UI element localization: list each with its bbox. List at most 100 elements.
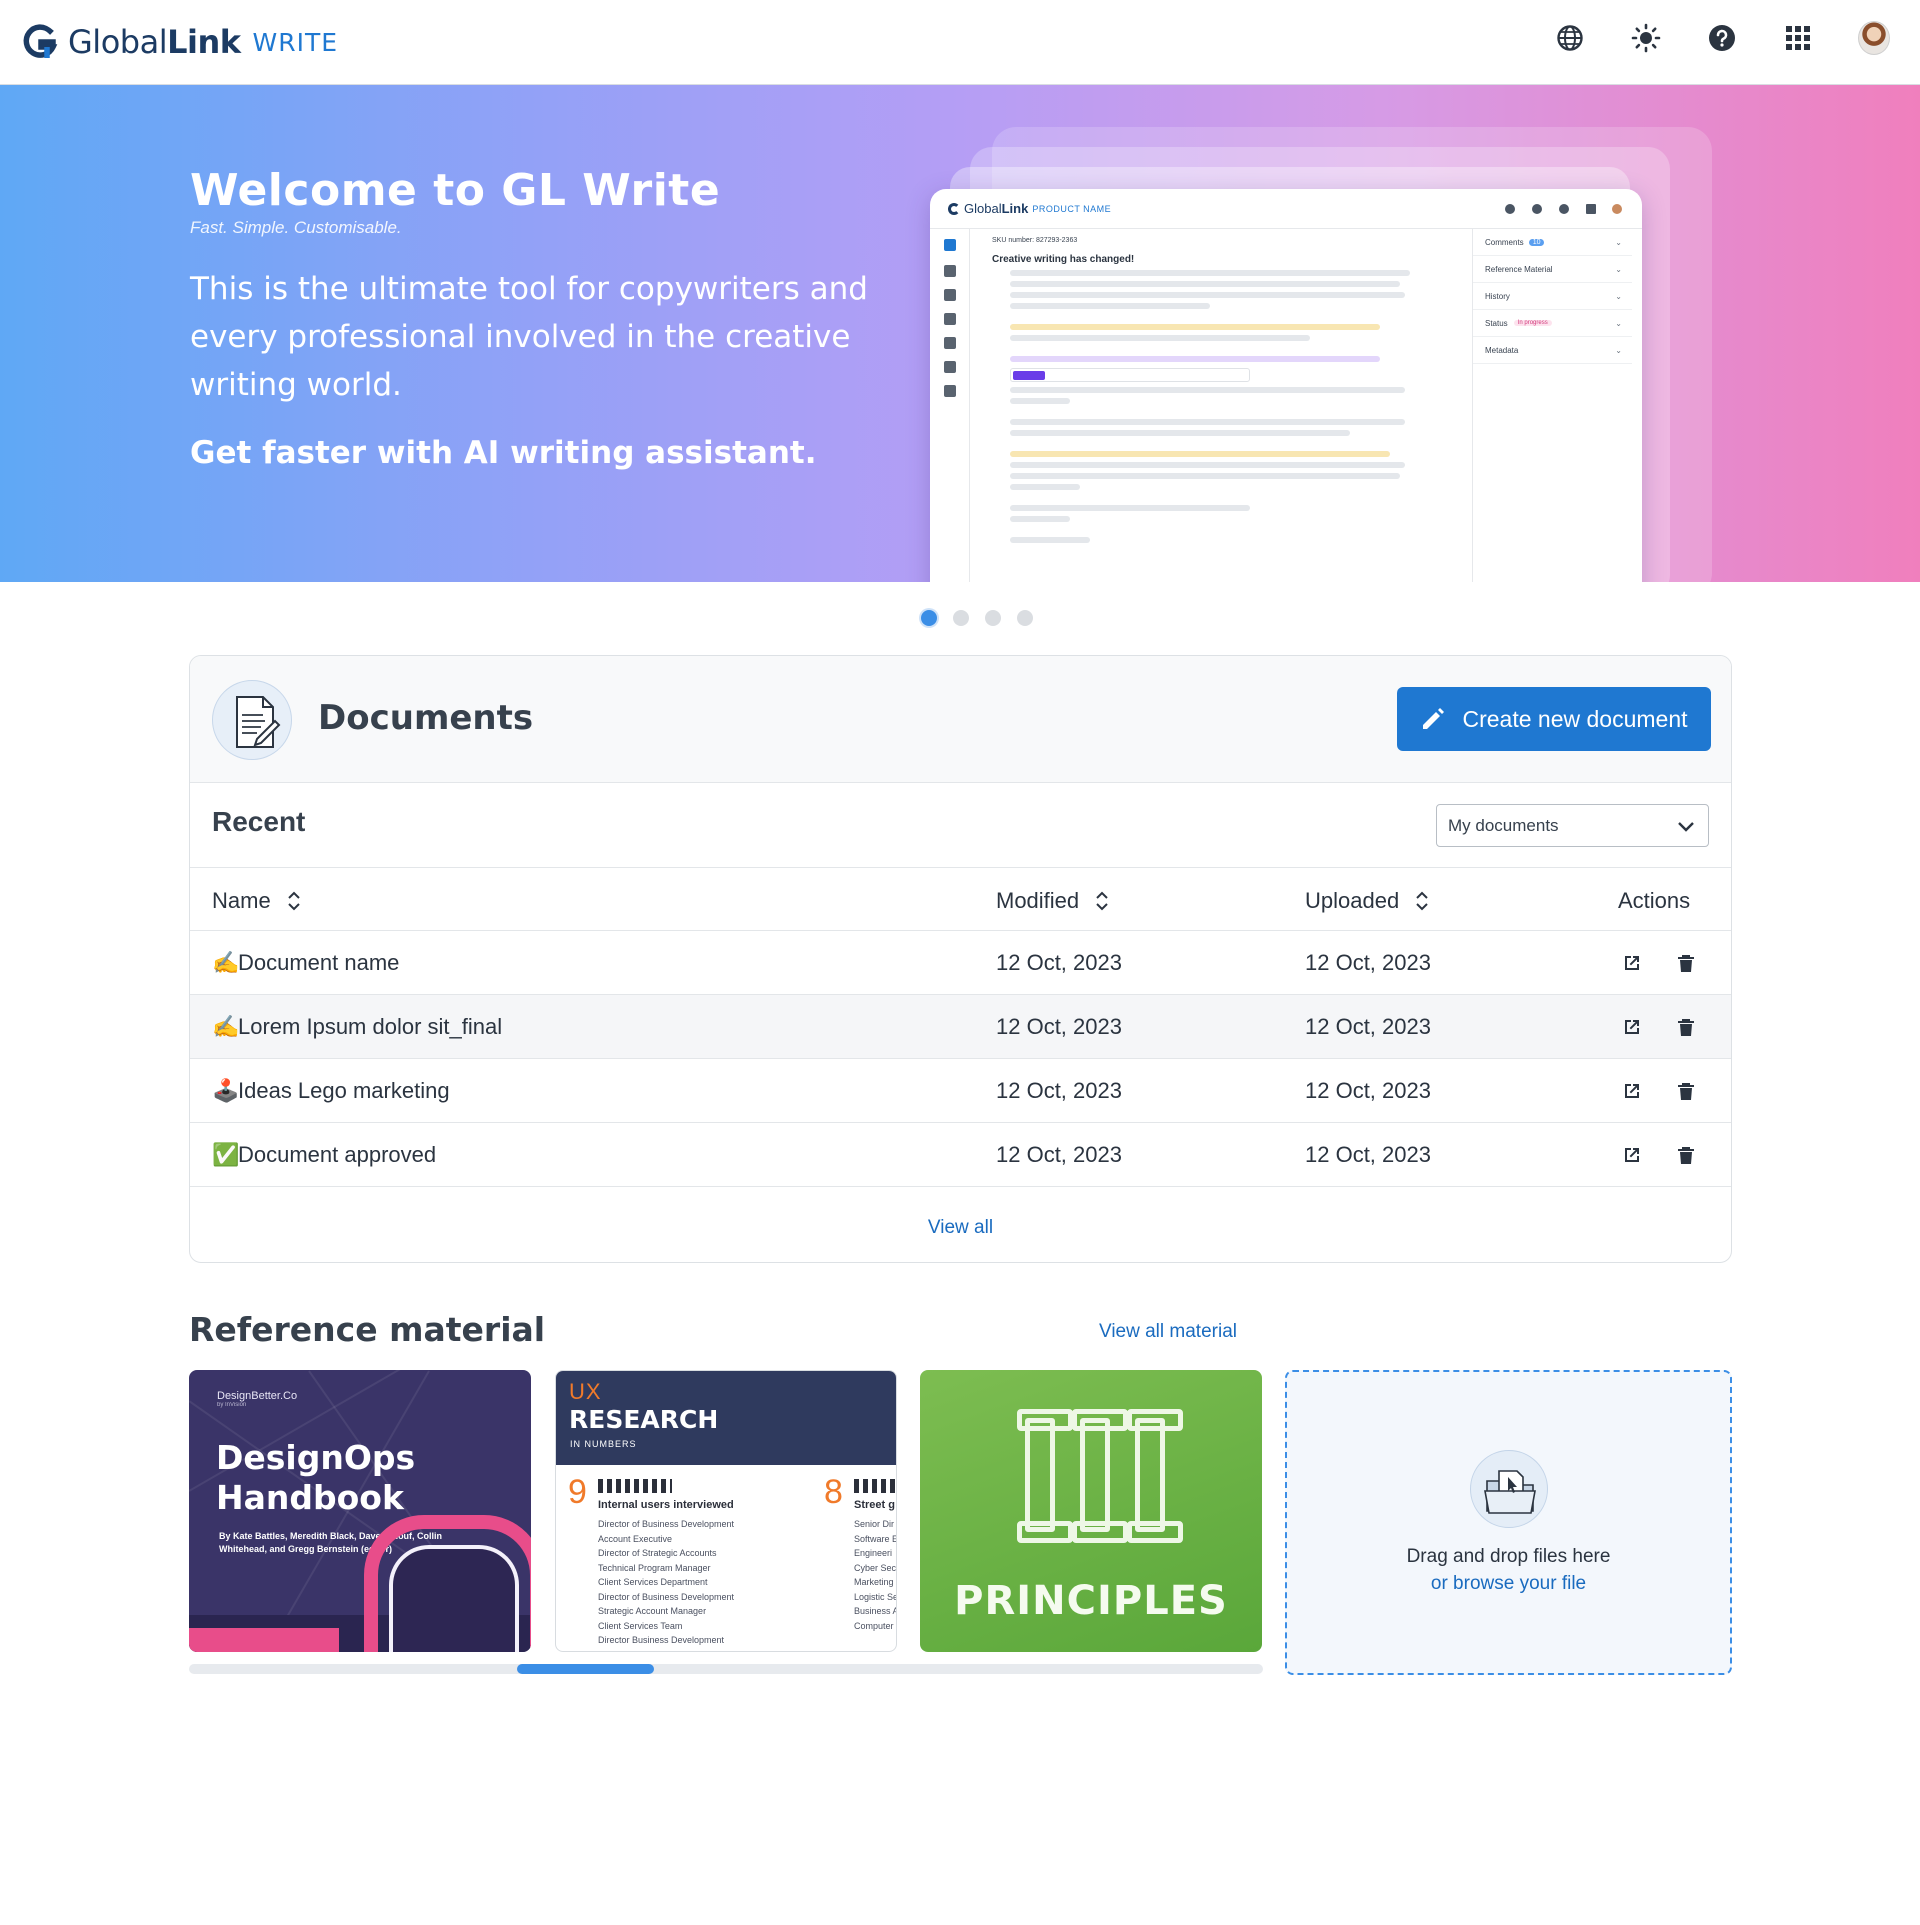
hero-tagline: Fast. Simple. Customisable. [190,218,402,237]
open-external-icon[interactable] [1620,1143,1644,1167]
column-header-actions: Actions [1618,888,1691,913]
view-all-documents-link[interactable]: View all [190,1217,1731,1239]
research-label: RESEARCH [569,1405,719,1434]
document-name-cell[interactable]: 🕹️Ideas Lego marketing [212,1078,450,1104]
illustration-shape [189,1628,339,1652]
document-name-cell[interactable]: ✅Document approved [212,1142,436,1168]
document-emoji: 🕹️ [212,1078,240,1103]
mockup-panel-metadata: Metadata ⌄ [1473,337,1632,364]
mockup-nav-icon [944,385,956,397]
carousel-dot[interactable] [1017,610,1033,626]
mockup-panel-comments: Comments 10 ⌄ [1473,229,1632,256]
carousel-dot[interactable] [985,610,1001,626]
people-icons [854,1479,896,1493]
mockup-text-line [1010,356,1380,362]
designops-title: DesignOps Handbook [216,1438,416,1517]
mockup-text-line [1010,270,1410,276]
delete-icon[interactable] [1674,951,1698,975]
avatar-image [1858,21,1890,55]
app-logo[interactable]: GlobalLink WRITE [20,20,338,64]
designbetter-brand: DesignBetter.Co by InVision [217,1390,298,1408]
people-icons [598,1479,672,1493]
documents-card: Documents Create new document Recent My … [189,655,1732,1263]
file-dropzone[interactable]: Drag and drop files here or browse your … [1285,1370,1732,1675]
view-all-material-link[interactable]: View all material [1099,1321,1237,1343]
column-header-name[interactable]: Name [212,888,301,914]
user-avatar[interactable] [1858,21,1890,55]
table-row[interactable]: ✍️Lorem Ipsum dolor sit_final 12 Oct, 20… [190,995,1731,1059]
pencil-icon [1423,708,1445,729]
ux-label: UX [569,1379,602,1404]
mockup-logo-icon [948,202,960,215]
mockup-panel-status: Status In progress ⌄ [1473,310,1632,337]
column-header-uploaded[interactable]: Uploaded [1305,888,1429,914]
modified-cell: 12 Oct, 2023 [996,1014,1122,1039]
modified-cell: 12 Oct, 2023 [996,950,1122,975]
mockup-topbar: GlobalLink PRODUCT NAME [930,189,1642,229]
uploaded-cell: 12 Oct, 2023 [1305,1142,1431,1167]
sort-icon [1416,891,1428,911]
create-button-label: Create new document [1462,705,1688,732]
delete-icon[interactable] [1674,1079,1698,1103]
documents-table-header: Name Modified Uploaded Actions [190,867,1731,931]
globe-icon[interactable] [1554,22,1586,54]
top-bar: GlobalLink WRITE [0,0,1920,85]
document-name-cell[interactable]: ✍️Document name [212,950,399,976]
open-external-icon[interactable] [1620,951,1644,975]
table-row[interactable]: ✍️Document name 12 Oct, 2023 12 Oct, 202… [190,931,1731,995]
delete-icon[interactable] [1674,1143,1698,1167]
help-icon[interactable] [1706,22,1738,54]
document-name-cell[interactable]: ✍️Lorem Ipsum dolor sit_final [212,1014,502,1040]
delete-icon[interactable] [1674,1015,1698,1039]
browse-file-link[interactable]: or browse your file [1287,1573,1730,1595]
column-header-modified[interactable]: Modified [996,888,1109,914]
stat-list: Senior Dir Software E Engineeri Cyber Se… [854,1519,897,1631]
mockup-text-line [1010,537,1090,543]
mockup-nav-icon [944,337,956,349]
pillar-icon [1072,1409,1128,1543]
mockup-sku: SKU number: 827293-2363 [992,237,1078,244]
mockup-brand: GlobalLink [964,201,1029,216]
hero-cta-text: Get faster with AI writing assistant. [190,435,817,471]
reference-card-designops-handbook[interactable]: DesignBetter.Co by InVision DesignOps Hand… [189,1370,531,1652]
table-row[interactable]: 🕹️Ideas Lego marketing 12 Oct, 2023 12 O… [190,1059,1731,1123]
reference-scrollbar-thumb[interactable] [516,1664,654,1674]
stat-label: Street g [854,1499,895,1511]
table-row[interactable]: ✅Document approved 12 Oct, 2023 12 Oct, … [190,1123,1731,1187]
reference-card-principles[interactable]: PRINCIPLES [920,1370,1262,1652]
app-mockup-screenshot: GlobalLink PRODUCT NAME SKU number: 8272… [930,189,1642,582]
mockup-ai-toolbar [1010,368,1250,382]
modified-cell: 12 Oct, 2023 [996,1078,1122,1103]
mockup-panel-reference: Reference Material ⌄ [1473,256,1632,283]
apps-grid-icon[interactable] [1782,22,1814,54]
open-external-icon[interactable] [1620,1079,1644,1103]
carousel-dot[interactable] [921,610,937,626]
mockup-globe-icon [1505,204,1515,214]
mockup-grid-icon [1586,204,1596,214]
documents-filter-select[interactable]: My documents [1436,804,1709,847]
documents-title: Documents [318,698,534,738]
open-external-icon[interactable] [1620,1015,1644,1039]
reference-scrollbar-track[interactable] [189,1664,1263,1674]
mockup-text-line [1010,324,1380,330]
reference-card-ux-research[interactable]: UX RESEARCH IN NUMBERS 9 Internal users … [555,1370,897,1652]
create-new-document-button[interactable]: Create new document [1397,687,1711,751]
mockup-text-line [1010,473,1400,479]
principles-label: PRINCIPLES [954,1578,1228,1624]
dropzone-primary-text: Drag and drop files here [1406,1546,1611,1567]
mockup-doc-title: Creative writing has changed! [992,254,1135,265]
stat-label: Internal users interviewed [598,1499,734,1511]
reference-material-title: Reference material [189,1310,546,1349]
mockup-help-icon [1559,204,1569,214]
carousel-dot[interactable] [953,610,969,626]
illustration-robot-body [389,1545,519,1652]
hero-title: Welcome to GL Write [190,165,721,216]
document-illustration-icon [212,680,292,760]
sort-icon [1096,891,1108,911]
mockup-nav-icon [944,239,956,251]
brightness-icon[interactable] [1630,22,1662,54]
mockup-nav-icon [944,289,956,301]
hero-banner: Welcome to GL Write Fast. Simple. Custom… [0,85,1920,582]
upload-folder-icon [1470,1450,1548,1528]
mockup-text-line [1010,451,1390,457]
